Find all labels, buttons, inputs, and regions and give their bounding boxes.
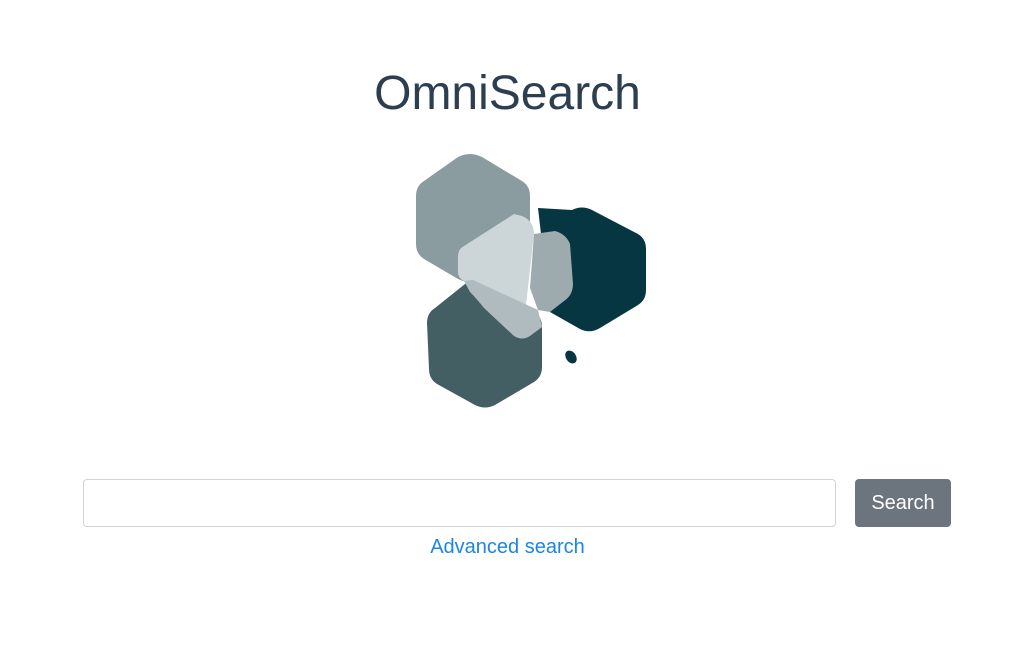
page: OmniSearch Search Advanced search xyxy=(0,0,1031,651)
search-bar: Search xyxy=(83,479,951,527)
search-input[interactable] xyxy=(83,479,836,527)
logo-dot xyxy=(565,350,577,364)
page-title: OmniSearch xyxy=(374,67,641,120)
advanced-search-link[interactable]: Advanced search xyxy=(430,536,585,558)
advanced-search-container: Advanced search xyxy=(0,535,1015,559)
omnisearch-logo-icon xyxy=(416,154,646,408)
search-button[interactable]: Search xyxy=(855,479,951,527)
